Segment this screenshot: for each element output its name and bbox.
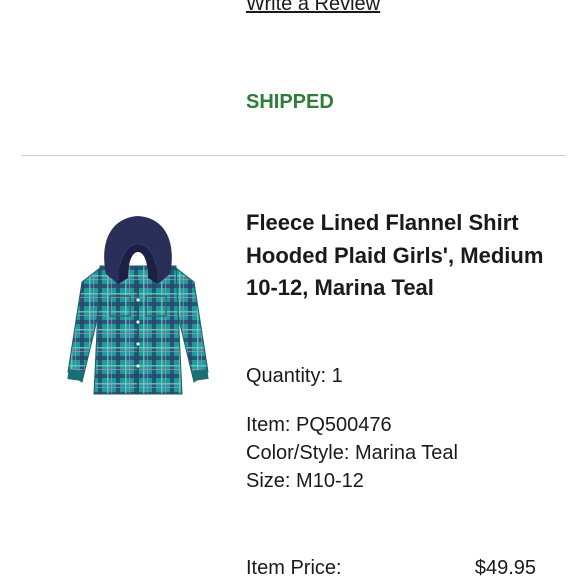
color-style-value: Marina Teal (354, 442, 458, 464)
write-review-link[interactable]: Write a Review (246, 0, 380, 16)
color-style-label: Color/Style: (246, 442, 350, 464)
quantity-label: Quantity: (246, 365, 327, 387)
color-style-line: Color/Style: Marina Teal (246, 439, 458, 467)
item-label: Item: (246, 414, 291, 436)
product-image[interactable] (62, 212, 214, 402)
item-number-line: Item: PQ500476 (246, 411, 392, 439)
hooded-flannel-shirt-image (67, 216, 209, 395)
item-value: PQ500476 (296, 414, 392, 436)
size-label: Size: (246, 470, 291, 492)
shipped-status: SHIPPED (246, 91, 334, 113)
item-price-row: Item Price: $49.95 (246, 554, 536, 580)
order-details-page: Write a Review SHIPPED Fleece Lined Flan… (0, 0, 580, 580)
size-line: Size: M10-12 (246, 467, 364, 495)
quantity-value: 1 (331, 365, 343, 387)
product-title[interactable]: Fleece Lined Flannel Shirt Hooded Plaid … (246, 207, 556, 305)
quantity-line: Quantity: 1 (246, 362, 343, 390)
item-price-value: $49.95 (474, 557, 536, 579)
item-price-label: Item Price: (246, 557, 342, 579)
section-divider (22, 155, 566, 156)
size-value: M10-12 (296, 470, 364, 492)
